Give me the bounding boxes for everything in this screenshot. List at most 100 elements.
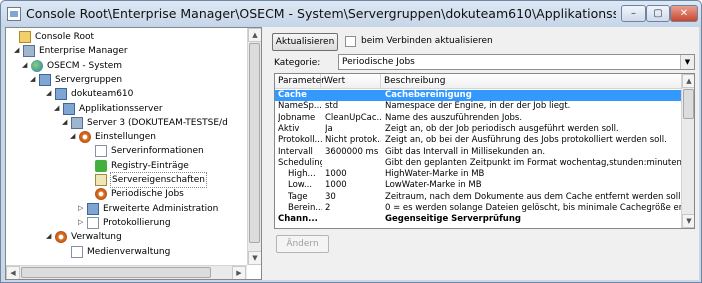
tree-item[interactable]: Registry-Einträge bbox=[6, 159, 256, 173]
expand-icon[interactable]: ▷ bbox=[78, 218, 85, 226]
tree-item-label: Server 3 (DOKUTEAM-TESTSE/d bbox=[87, 117, 228, 128]
properties-grid[interactable]: Parameter Wert Beschreibung Cache Cachebe… bbox=[274, 73, 695, 229]
collapse-icon[interactable]: ◢ bbox=[62, 118, 69, 126]
category-select[interactable]: Periodische Jobs ▼ bbox=[338, 54, 695, 70]
collapse-icon[interactable]: ◢ bbox=[22, 61, 29, 69]
tree-item-label: Protokollierung bbox=[103, 217, 171, 228]
tree-item[interactable]: ◢ Enterprise Manager bbox=[6, 44, 256, 58]
tree-item-label: Console Root bbox=[35, 32, 94, 42]
tree-item[interactable]: ◢ OSECM - System bbox=[6, 59, 256, 73]
grid-cell-value: 2 bbox=[325, 203, 331, 213]
group-icon bbox=[87, 202, 99, 215]
grid-section-row[interactable]: Chann... Gegenseitige Serverprüfung bbox=[275, 214, 681, 225]
tree-vertical-scrollbar[interactable]: ▲ ▼ bbox=[247, 28, 261, 265]
column-header-parameter[interactable]: Parameter bbox=[275, 74, 325, 89]
refresh-button[interactable]: Aktualisieren bbox=[272, 33, 338, 51]
grid-row[interactable]: Low... 1000 LowWater-Marke in MB bbox=[275, 180, 681, 191]
tree-item[interactable]: Console Root bbox=[6, 30, 256, 44]
collapse-icon[interactable]: ◢ bbox=[46, 90, 53, 97]
grid-row[interactable]: High... 1000 HighWater-Marke in MB bbox=[275, 169, 681, 180]
tree-horizontal-scrollbar[interactable]: ◀ ▶ bbox=[6, 265, 247, 279]
grid-cell-parameter: Scheduling bbox=[278, 157, 322, 168]
tree-item-label: Verwaltung bbox=[71, 232, 122, 243]
grid-vertical-scrollbar[interactable]: ▲ ▼ bbox=[681, 74, 694, 228]
tree-item[interactable]: ◢ Servergruppen bbox=[6, 73, 256, 87]
collapse-icon[interactable]: ◢ bbox=[14, 47, 21, 54]
group-icon bbox=[55, 88, 67, 101]
title-bar[interactable]: Console Root\Enterprise Manager\OSECM - … bbox=[1, 1, 701, 27]
tree-item[interactable]: ◢ Verwaltung bbox=[6, 230, 256, 244]
tree-item[interactable]: ◢ Einstellungen bbox=[6, 130, 256, 144]
collapse-icon[interactable]: ◢ bbox=[54, 104, 61, 112]
grid-cell-description: 0 = es werden solange Dateien gelöscht, … bbox=[385, 203, 681, 213]
grid-cell-parameter: NameSp... bbox=[278, 101, 322, 112]
grid-cell-value: 1000 bbox=[325, 169, 347, 180]
window-title: Console Root\Enterprise Manager\OSECM - … bbox=[26, 6, 616, 21]
tree-item-label: Periodische Jobs bbox=[111, 189, 184, 200]
chevron-down-icon[interactable]: ▼ bbox=[680, 55, 694, 69]
tree-item-label: Einstellungen bbox=[95, 132, 157, 143]
tree-item[interactable]: ◢ dokuteam610 bbox=[6, 87, 256, 101]
group-icon bbox=[39, 73, 51, 86]
grid-row[interactable]: Berein... 2 0 = es werden solange Dateien … bbox=[275, 203, 681, 214]
grid-cell-value: 1000 bbox=[325, 180, 347, 191]
grid-cell-value: std bbox=[325, 101, 339, 112]
grid-cell-parameter: Aktiv bbox=[278, 123, 300, 134]
grid-cell-parameter: Berein... bbox=[288, 203, 322, 213]
page-icon bbox=[71, 245, 83, 258]
scroll-right-icon[interactable]: ▶ bbox=[232, 266, 246, 279]
folder-icon bbox=[19, 31, 31, 43]
expand-icon[interactable]: ▷ bbox=[78, 204, 85, 212]
tree-item[interactable]: Periodische Jobs bbox=[6, 187, 256, 201]
collapse-icon[interactable]: ◢ bbox=[70, 133, 77, 140]
scroll-left-icon[interactable]: ◀ bbox=[6, 266, 20, 279]
gear-icon bbox=[95, 188, 107, 201]
scroll-up-icon[interactable]: ▲ bbox=[682, 74, 694, 88]
gear-icon bbox=[79, 131, 91, 144]
tree-item[interactable]: ▷ Erweiterte Administration bbox=[6, 202, 256, 216]
tree-item-label: Erweiterte Administration bbox=[103, 203, 219, 214]
grid-section-row[interactable]: Cache Cachebereinigung bbox=[275, 90, 681, 101]
grid-cell-description: Namespace der Engine, in der der Job lie… bbox=[385, 101, 571, 112]
grid-row[interactable]: Scheduling Gibt den geplanten Zeitpunkt i… bbox=[275, 158, 681, 169]
tree-item-label: Medienverwaltung bbox=[87, 246, 171, 257]
tree-item[interactable]: ▷ Protokollierung bbox=[6, 216, 256, 230]
refresh-on-connect-checkbox[interactable] bbox=[345, 36, 356, 47]
grid-row[interactable]: Protokoll... Nicht protok... Zeigt an, ob … bbox=[275, 135, 681, 146]
grid-cell-parameter: Cache bbox=[278, 90, 307, 100]
minimize-button[interactable]: – bbox=[621, 5, 646, 22]
tree-scroll-thumb[interactable] bbox=[249, 43, 260, 243]
grid-cell-value: CleanUpCac... bbox=[325, 112, 381, 123]
grid-row[interactable]: Jobname CleanUpCac... Name des auszuführen… bbox=[275, 113, 681, 124]
tree-item-label: OSECM - System bbox=[47, 60, 123, 71]
tree-item-label: Servergruppen bbox=[55, 74, 123, 85]
grid-cell-parameter: Protokoll... bbox=[278, 135, 322, 146]
globe-icon bbox=[31, 59, 43, 72]
grid-scroll-thumb[interactable] bbox=[683, 89, 694, 119]
column-header-beschreibung[interactable]: Beschreibung bbox=[381, 74, 681, 89]
collapse-icon[interactable]: ◢ bbox=[30, 75, 37, 83]
grid-row[interactable]: Tage 30 Zeitraum, nach dem Dokumente aus d… bbox=[275, 192, 681, 203]
tree-item[interactable]: ◢ Applikationsserver bbox=[6, 102, 256, 116]
server-icon bbox=[23, 45, 35, 58]
console-tree[interactable]: Console Root ◢ Enterprise Manager ◢ OSECM - … bbox=[5, 27, 262, 280]
scroll-up-icon[interactable]: ▲ bbox=[248, 28, 261, 42]
scroll-down-icon[interactable]: ▼ bbox=[682, 214, 694, 228]
scroll-down-icon[interactable]: ▼ bbox=[248, 251, 261, 265]
grid-cell-description: Gegenseitige Serverprüfung bbox=[385, 214, 521, 225]
tree-item[interactable]: Serverinformationen bbox=[6, 144, 256, 158]
close-button[interactable]: ✕ bbox=[670, 5, 698, 22]
grid-row[interactable]: Intervall 3600000 ms Gibt das Intervall in… bbox=[275, 147, 681, 158]
tree-item[interactable]: ◢ Server 3 (DOKUTEAM-TESTSE/d bbox=[6, 116, 256, 130]
grid-row[interactable]: NameSp... std Namespace der Engine, in der… bbox=[275, 101, 681, 112]
column-header-wert[interactable]: Wert bbox=[321, 74, 381, 89]
category-select-value: Periodische Jobs bbox=[342, 57, 415, 67]
change-button[interactable]: Ändern bbox=[276, 235, 329, 253]
tree-item[interactable]: Servereigenschaften bbox=[6, 172, 256, 188]
grid-cell-parameter: High... bbox=[288, 169, 316, 180]
collapse-icon[interactable]: ◢ bbox=[46, 233, 53, 240]
grid-row[interactable]: Aktiv Ja Zeigt an, ob der Job periodisch a… bbox=[275, 124, 681, 135]
maximize-button[interactable]: ▢ bbox=[646, 5, 670, 22]
tree-item[interactable]: Medienverwaltung bbox=[6, 245, 256, 259]
tree-hscroll-thumb[interactable] bbox=[21, 267, 211, 278]
